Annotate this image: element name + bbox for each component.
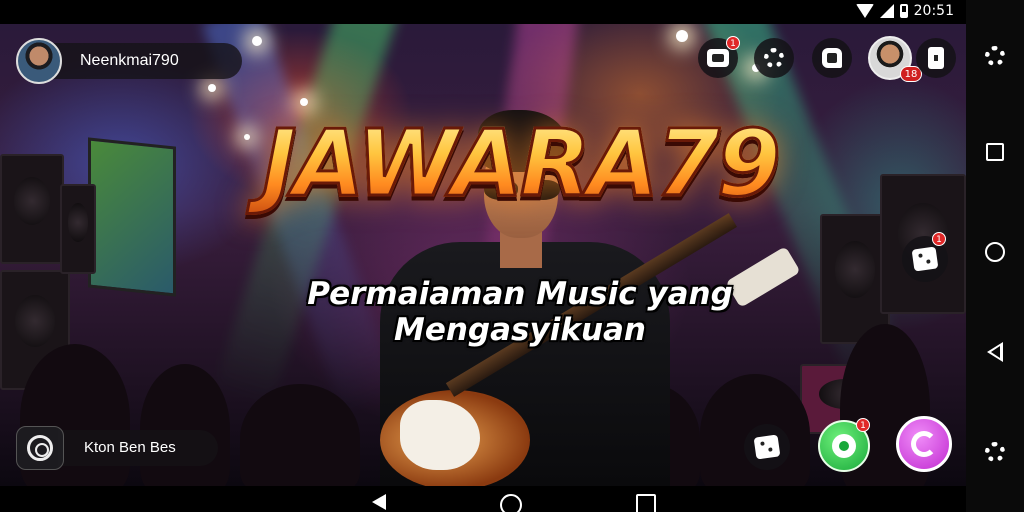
subtitle-line-2: Mengasyikuan [393, 312, 646, 348]
back-icon[interactable] [372, 494, 386, 510]
subtitle-line-1: Permaiaman Music yang [307, 276, 733, 312]
status-bar: 20:51 [0, 0, 966, 24]
player-profile[interactable]: Neenkmai790 [16, 38, 242, 84]
chat-icon [27, 435, 53, 461]
status-time: 20:51 [913, 3, 954, 19]
player-name: Neenkmai790 [52, 43, 242, 79]
settings-button-top[interactable] [754, 38, 794, 78]
square-icon[interactable] [636, 494, 656, 512]
gear-icon [764, 48, 784, 68]
back-icon [987, 342, 1003, 362]
pink-action-button[interactable] [896, 416, 952, 472]
bottom-left-label: Kton Ben Bes [58, 430, 218, 466]
cloud-button[interactable] [812, 38, 852, 78]
dice-icon [753, 434, 781, 460]
recents-button[interactable] [984, 141, 1006, 163]
signal-icon [879, 4, 894, 18]
system-settings-button-bottom[interactable] [984, 441, 1006, 463]
dice-button-side[interactable]: 1 [902, 232, 948, 282]
system-nav-bar [966, 0, 1024, 512]
square-icon [986, 143, 1004, 161]
chat-bubble-icon [832, 434, 856, 458]
home-icon[interactable] [500, 494, 522, 512]
wifi-icon [855, 4, 874, 18]
circle-icon [985, 242, 1005, 262]
system-settings-button[interactable] [984, 45, 1006, 67]
notification-badge: 1 [932, 232, 946, 246]
notification-badge: 1 [856, 418, 870, 432]
player-avatar[interactable] [16, 38, 62, 84]
refresh-icon [911, 431, 937, 457]
bottom-left-panel[interactable]: Kton Ben Bes [16, 426, 218, 470]
gear-icon [985, 442, 1005, 462]
chat-button[interactable] [16, 426, 64, 470]
dice-icon [911, 246, 939, 272]
notification-badge: 1 [726, 36, 740, 50]
dice-button-top[interactable]: 1 [698, 36, 740, 78]
card-button[interactable] [916, 38, 956, 78]
dice-button-bottom[interactable] [744, 424, 790, 470]
home-button[interactable] [984, 241, 1006, 263]
card-icon [928, 47, 944, 69]
bottom-nav-bar [0, 486, 966, 512]
green-action-button[interactable]: 1 [818, 418, 870, 472]
back-button[interactable] [984, 341, 1006, 363]
battery-icon [899, 4, 908, 18]
gear-icon [985, 46, 1005, 66]
hero-subtitle: Permaiaman Music yang Mengasyikuan [250, 276, 790, 348]
video-screen [88, 137, 176, 297]
dice-icon [707, 49, 729, 67]
cloud-icon [822, 48, 842, 68]
